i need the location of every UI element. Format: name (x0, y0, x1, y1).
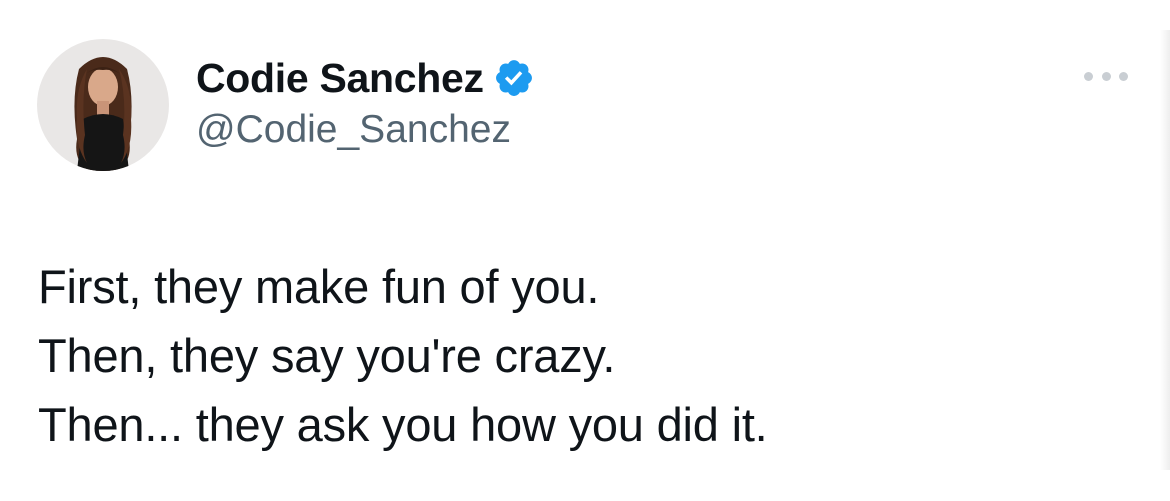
author-display-name[interactable]: Codie Sanchez (196, 55, 484, 102)
more-dot (1101, 71, 1111, 81)
tweet-line: Then, they say you're crazy. (38, 329, 616, 382)
avatar[interactable] (37, 39, 169, 171)
more-dot (1119, 71, 1128, 81)
tweet-line: First, they make fun of you. (38, 260, 600, 313)
tweet-text: First, they make fun of you. Then, they … (38, 252, 1138, 459)
more-dot (1084, 71, 1093, 81)
more-options-icon[interactable] (1084, 64, 1128, 88)
author-handle[interactable]: @Codie_Sanchez (196, 108, 511, 152)
author-name-row: Codie Sanchez (196, 50, 535, 106)
tweet-line: Then... they ask you how you did it. (38, 398, 768, 451)
tweet-card: Codie Sanchez @Codie_Sanchez First, they… (0, 0, 1170, 501)
card-edge (1160, 30, 1170, 470)
verified-badge-icon[interactable] (493, 57, 535, 99)
avatar-photo (37, 39, 169, 171)
